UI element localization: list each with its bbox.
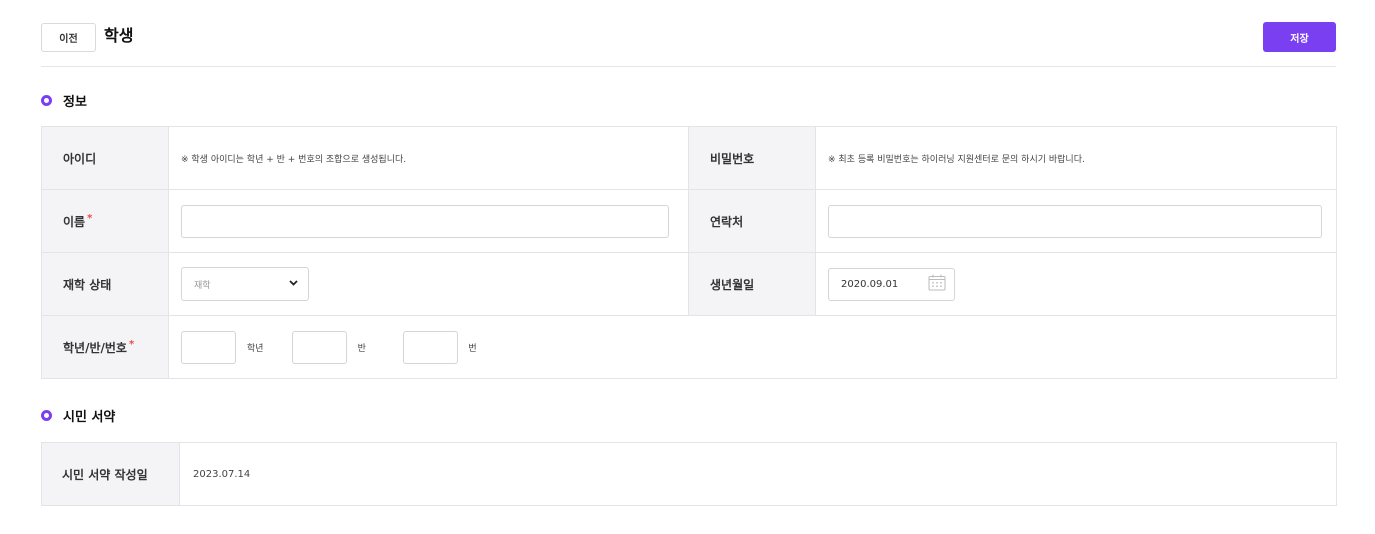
grade-unit: 학년	[246, 343, 264, 354]
number-input[interactable]	[402, 330, 458, 364]
ring-bullet-icon	[41, 410, 52, 421]
info-table: 아이디 ※ 학생 아이디는 학년 + 반 + 번호의 조합으로 생성됩니다. 비…	[41, 126, 1337, 379]
class-input[interactable]	[291, 330, 347, 364]
required-mark: *	[87, 212, 93, 224]
chevron-down-icon	[289, 279, 298, 289]
status-cell: 재학	[168, 252, 689, 316]
table-row: 시민 서약 작성일 2023.07.14	[41, 442, 1337, 506]
charter-table: 시민 서약 작성일 2023.07.14	[41, 442, 1337, 506]
table-row: 재학 상태 재학 생년월일 2020.09.01	[41, 252, 1337, 316]
name-label-cell: 이름 *	[41, 189, 169, 253]
charter-date-label: 시민 서약 작성일	[41, 442, 180, 506]
password-note: ※ 최초 등록 비밀번호는 하이러닝 지원센터로 문의 하시기 바랍니다.	[815, 126, 1337, 190]
page-title: 학생	[104, 26, 134, 45]
class-cell: 학년 반 번	[168, 315, 1337, 379]
calendar-icon[interactable]	[928, 274, 946, 294]
class-label-cell: 학년/반/번호 *	[41, 315, 169, 379]
ring-bullet-icon	[41, 95, 52, 106]
name-input[interactable]	[181, 204, 669, 238]
section-title-info-label: 정보	[63, 95, 87, 110]
id-note: ※ 학생 아이디는 학년 + 반 + 번호의 조합으로 생성됩니다.	[168, 126, 689, 190]
name-label: 이름	[63, 214, 86, 229]
contact-label: 연락처	[688, 189, 816, 253]
table-row: 학년/반/번호 * 학년 반 번	[41, 315, 1337, 379]
status-select-value: 재학	[194, 280, 211, 291]
section-title-info: 정보	[41, 91, 87, 110]
table-row: 이름 * 연락처	[41, 189, 1337, 253]
class-unit: 반	[357, 343, 366, 354]
contact-cell	[815, 189, 1337, 253]
section-title-charter: 시민 서약	[41, 406, 115, 425]
birth-cell: 2020.09.01	[815, 252, 1337, 316]
class-label: 학년/반/번호	[63, 340, 127, 355]
status-select[interactable]: 재학	[181, 267, 309, 301]
contact-input[interactable]	[828, 204, 1322, 238]
number-unit: 번	[468, 343, 477, 354]
required-mark: *	[128, 338, 135, 350]
status-label: 재학 상태	[41, 252, 169, 316]
birth-date-value: 2020.09.01	[841, 278, 899, 290]
section-title-charter-label: 시민 서약	[63, 410, 116, 425]
back-button[interactable]: 이전	[41, 23, 96, 52]
save-button[interactable]: 저장	[1263, 22, 1336, 52]
birth-date-picker[interactable]: 2020.09.01	[828, 267, 955, 301]
grade-input[interactable]	[181, 330, 236, 364]
charter-date-value: 2023.07.14	[179, 442, 1337, 506]
name-cell	[168, 189, 689, 253]
table-row: 아이디 ※ 학생 아이디는 학년 + 반 + 번호의 조합으로 생성됩니다. 비…	[41, 126, 1337, 190]
birth-label: 생년월일	[688, 252, 816, 316]
id-label: 아이디	[41, 126, 169, 190]
page-header: 이전 학생 저장	[41, 22, 1336, 67]
password-label: 비밀번호	[688, 126, 816, 190]
